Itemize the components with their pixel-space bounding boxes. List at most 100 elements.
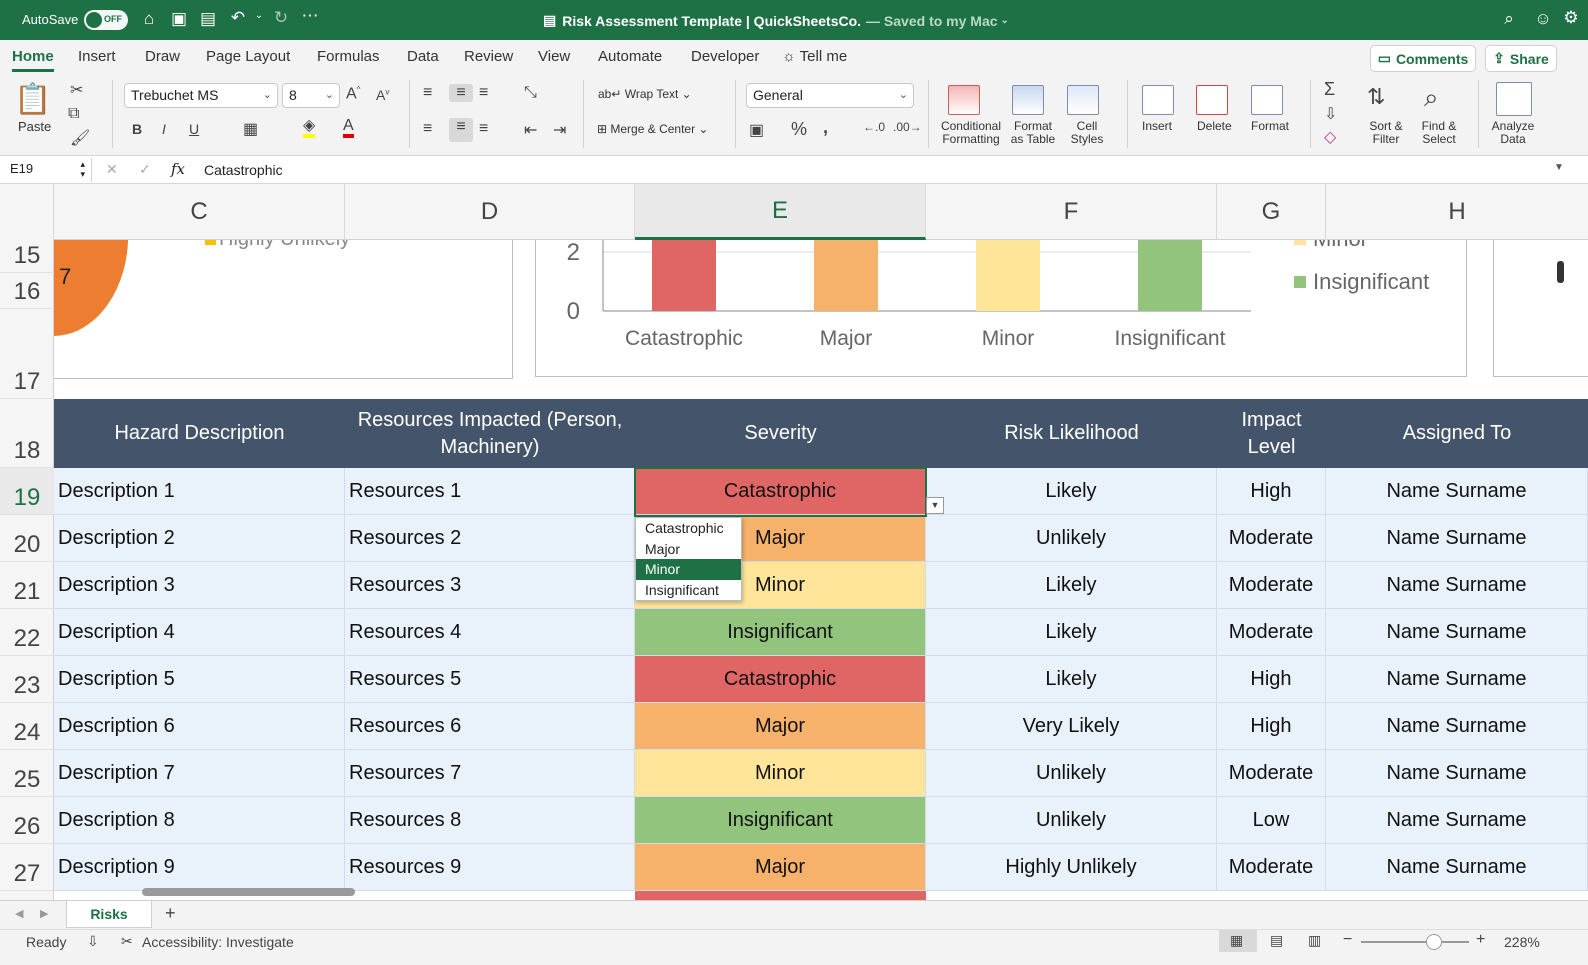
scroll-right-icon[interactable]: ▶: [40, 907, 48, 920]
accessibility-icon[interactable]: ✂: [121, 933, 133, 950]
row-header-18[interactable]: 18: [0, 399, 54, 468]
column-header-f[interactable]: F: [926, 184, 1217, 240]
account-icon[interactable]: ☺: [1532, 9, 1554, 29]
paste-icon[interactable]: 📋: [14, 82, 51, 117]
zoom-slider-track[interactable]: [1361, 941, 1469, 943]
hazard-description-cell[interactable]: Description 4: [54, 609, 345, 655]
dropdown-option-major[interactable]: Major: [636, 539, 741, 560]
sheet-tab-risks[interactable]: Risks: [66, 901, 152, 928]
assigned-to-cell[interactable]: Name Surname: [1326, 656, 1588, 702]
conditional-formatting-icon[interactable]: [948, 85, 980, 115]
align-bottom-icon[interactable]: ≡: [479, 84, 488, 102]
more-icon[interactable]: ⋯: [299, 6, 321, 26]
impact-level-cell[interactable]: High: [1217, 656, 1326, 702]
sort-filter-button[interactable]: Sort &Filter: [1364, 120, 1408, 146]
underline-icon[interactable]: U: [189, 121, 199, 137]
column-header-h[interactable]: H: [1326, 184, 1588, 240]
insert-cells-label[interactable]: Insert: [1142, 120, 1172, 133]
resources-cell[interactable]: Resources 1: [345, 468, 635, 514]
severity-cell[interactable]: Catastrophic: [635, 656, 926, 702]
assigned-to-cell[interactable]: Name Surname: [1326, 515, 1588, 561]
borders-icon[interactable]: ▦: [243, 119, 258, 139]
add-sheet-button[interactable]: +: [165, 903, 176, 924]
header-resources-impacted[interactable]: Resources Impacted (Person, Machinery): [345, 399, 635, 468]
chart-fragment-right[interactable]: [1493, 240, 1588, 377]
likelihood-cell[interactable]: Highly Unlikely: [926, 844, 1217, 890]
tab-view[interactable]: View: [538, 48, 570, 65]
assigned-to-cell[interactable]: Name Surname: [1326, 797, 1588, 843]
copy-icon[interactable]: ⧉: [68, 105, 79, 123]
save-icon[interactable]: ▣: [168, 9, 190, 29]
zoom-in-icon[interactable]: +: [1476, 931, 1485, 949]
enter-icon[interactable]: ✓: [139, 161, 151, 178]
tab-formulas[interactable]: Formulas: [317, 48, 380, 65]
insert-function-icon[interactable]: fx: [171, 160, 185, 178]
severity-cell[interactable]: Insignificant: [635, 609, 926, 655]
undo-dropdown-icon[interactable]: ⌄: [248, 10, 270, 21]
font-size-select[interactable]: 8⌄: [282, 83, 340, 108]
severity-bar-chart[interactable]: 20CatastrophicMajorMinorInsignificantMin…: [535, 240, 1467, 377]
wrap-text-button[interactable]: ab↵ Wrap Text ⌄: [598, 88, 692, 101]
severity-cell[interactable]: Major: [635, 703, 926, 749]
likelihood-cell[interactable]: Likely: [926, 468, 1217, 514]
hazard-description-cell[interactable]: Description 6: [54, 703, 345, 749]
zoom-slider-thumb[interactable]: [1426, 934, 1442, 950]
severity-cell[interactable]: Major: [635, 844, 926, 890]
sort-filter-icon[interactable]: ⇅: [1367, 84, 1385, 110]
align-right-icon[interactable]: ≡: [479, 120, 488, 138]
header-impact-level[interactable]: Impact Level: [1217, 399, 1326, 468]
format-painter-icon[interactable]: 🖌: [70, 128, 90, 148]
resources-cell[interactable]: Resources 5: [345, 656, 635, 702]
header-assigned-to[interactable]: Assigned To: [1326, 399, 1588, 468]
formula-input[interactable]: Catastrophic: [204, 162, 283, 178]
scroll-left-icon[interactable]: ◀: [15, 907, 23, 920]
impact-level-cell[interactable]: Moderate: [1217, 515, 1326, 561]
clear-icon[interactable]: ◇: [1324, 127, 1336, 147]
assigned-to-cell[interactable]: Name Surname: [1326, 562, 1588, 608]
tell-me[interactable]: ☼ Tell me: [782, 48, 847, 65]
select-all-corner[interactable]: [0, 184, 54, 240]
italic-icon[interactable]: I: [162, 121, 166, 137]
likelihood-cell[interactable]: Very Likely: [926, 703, 1217, 749]
save-as-icon[interactable]: ▤: [197, 9, 219, 29]
format-as-table-button[interactable]: Formatas Table: [1005, 120, 1061, 146]
column-header-d[interactable]: D: [345, 184, 635, 240]
font-name-select[interactable]: Trebuchet MS⌄: [124, 83, 278, 108]
bold-icon[interactable]: B: [132, 121, 142, 137]
increase-indent-icon[interactable]: ⇥: [553, 120, 566, 140]
decrease-decimal-icon[interactable]: .00→: [893, 120, 922, 134]
autosave-toggle[interactable]: OFF: [84, 10, 128, 30]
resources-cell[interactable]: Resources 6: [345, 703, 635, 749]
normal-view-button[interactable]: ▦: [1219, 930, 1257, 952]
hazard-description-cell[interactable]: Description 9: [54, 844, 345, 890]
column-header-g[interactable]: G: [1217, 184, 1326, 240]
delete-cells-label[interactable]: Delete: [1197, 120, 1232, 133]
row-header-27[interactable]: 27: [0, 844, 54, 891]
cell-styles-icon[interactable]: [1067, 85, 1099, 115]
row-header-26[interactable]: 26: [0, 797, 54, 844]
align-middle-icon[interactable]: ≡: [449, 84, 473, 102]
severity-cell[interactable]: Catastrophic: [635, 468, 926, 514]
tab-review[interactable]: Review: [464, 48, 513, 65]
row-header-22[interactable]: 22: [0, 609, 54, 656]
format-as-table-icon[interactable]: [1012, 85, 1044, 115]
header-hazard-description[interactable]: Hazard Description: [54, 399, 345, 468]
expand-formula-icon[interactable]: ▼: [1554, 162, 1564, 173]
tab-page-layout[interactable]: Page Layout: [206, 48, 290, 65]
increase-font-icon[interactable]: A^: [346, 85, 360, 103]
likelihood-cell[interactable]: Likely: [926, 562, 1217, 608]
analyze-data-icon[interactable]: [1496, 82, 1532, 116]
pie-chart[interactable]: 7 Highly Unlikely: [54, 240, 513, 379]
find-select-icon[interactable]: ⌕: [1424, 82, 1439, 114]
assigned-to-cell[interactable]: Name Surname: [1326, 609, 1588, 655]
likelihood-cell[interactable]: Unlikely: [926, 797, 1217, 843]
undo-icon[interactable]: ↶: [227, 8, 249, 28]
impact-level-cell[interactable]: Moderate: [1217, 562, 1326, 608]
dropdown-option-catastrophic[interactable]: Catastrophic: [636, 518, 741, 539]
comments-button[interactable]: ▭Comments: [1370, 45, 1476, 72]
paste-label[interactable]: Paste: [18, 120, 51, 133]
increase-decimal-icon[interactable]: ←.0: [863, 120, 885, 134]
row-header-16[interactable]: 16: [0, 273, 54, 309]
resources-cell[interactable]: Resources 4: [345, 609, 635, 655]
severity-dropdown-list[interactable]: Catastrophic Major Minor Insignificant: [635, 517, 742, 601]
